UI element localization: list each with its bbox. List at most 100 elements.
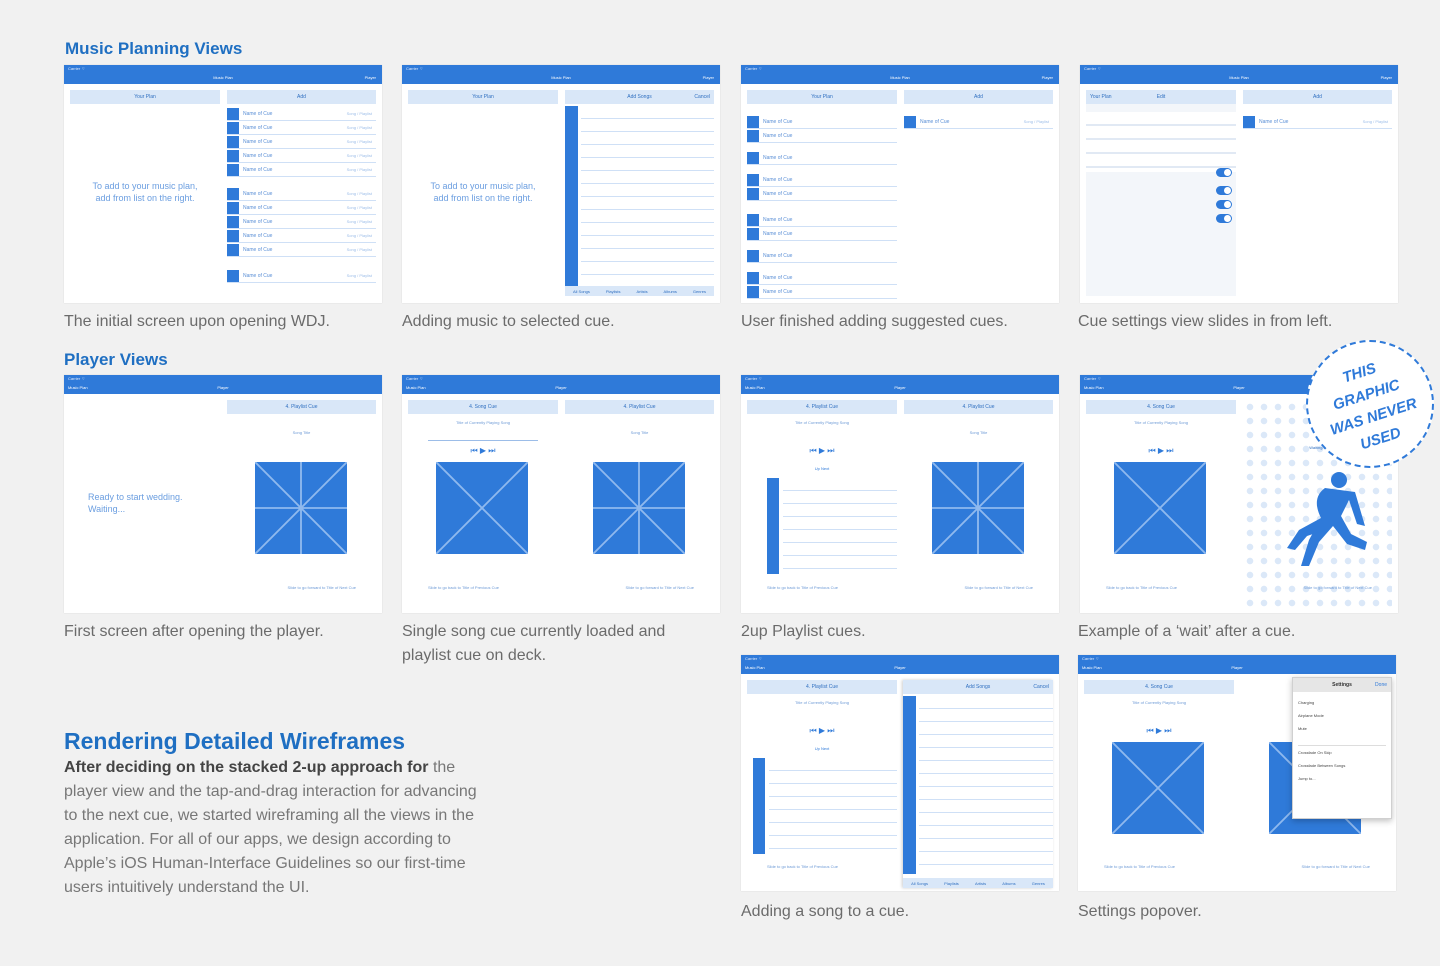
song-artwork-strip xyxy=(903,696,916,874)
now-playing-title: Title of Currently Playing Song xyxy=(795,420,849,425)
status-text: Carrier ⌔ xyxy=(745,66,763,71)
wireframe-add-song-to-cue: Carrier ⌔ Player Music Plan 4. Playlist … xyxy=(741,655,1059,891)
add-pane: Add Name of Cue Song / Playlist xyxy=(904,90,1053,300)
done-button: Done xyxy=(1375,682,1387,688)
status-text: Carrier ⌔ xyxy=(68,376,86,381)
slide-next-hint: Slide to go forward to Title of Next Cue xyxy=(287,585,356,590)
nav-left-button: Music Plan xyxy=(1082,665,1102,670)
transport-controls: ⏮ ▶ ⏭ xyxy=(470,446,496,455)
list-item: Name of Cue Song / Playlist xyxy=(227,270,376,283)
status-bar: Carrier ⌔ Player Music Plan xyxy=(741,375,1059,394)
your-plan-header: Your Plan xyxy=(747,90,897,104)
wireframe-song-cue: Carrier ⌔ Player Music Plan 4. Song Cue … xyxy=(402,375,720,613)
tab-albums: Albums xyxy=(663,288,677,294)
status-text: Carrier ⌔ xyxy=(1082,656,1100,661)
list-item: Name of Cue xyxy=(747,272,897,285)
runner-starting-block-icon xyxy=(1287,472,1367,566)
tab-artists: Artists xyxy=(974,880,987,886)
playlist-cue-header: 4. Playlist Cue xyxy=(904,400,1053,414)
add-songs-pane: Add Songs Cancel All Songs Playlists Arti… xyxy=(565,90,714,296)
status-text: Carrier ⌔ xyxy=(1084,376,1102,381)
slide-prev-hint: Slide to go back to Title of Previous Cu… xyxy=(767,585,838,590)
cue-settings-pane: Your Plan Edit xyxy=(1086,90,1236,296)
wireframe-initial-screen: Carrier ⌔ Music Plan Player Your Plan To… xyxy=(64,65,382,303)
list-item: Name of Cue Song / Playlist xyxy=(227,216,376,229)
tab-bar: All Songs Playlists Artists Albums Genre… xyxy=(565,286,714,296)
player-section-title: Player Views xyxy=(64,350,168,369)
playlist-cue-header: 4. Playlist Cue xyxy=(747,400,897,414)
caption: Single song cue currently loaded and pla… xyxy=(402,623,666,664)
list-item: Name of Cue Song / Playlist xyxy=(904,116,1053,129)
list-item: Name of Cue xyxy=(747,228,897,241)
status-bar: Carrier ⌔ Player Music Plan xyxy=(402,375,720,394)
now-playing-title: Title of Currently Playing Song xyxy=(456,420,510,425)
article-lead: After deciding on the stacked 2-up appro… xyxy=(64,759,429,776)
tab-artists: Artists xyxy=(636,288,648,294)
cancel-button: Cancel xyxy=(694,94,710,100)
add-header: Add xyxy=(227,90,376,104)
wireframe-cue-settings: Carrier ⌔ Music Plan Player Your Plan Edi… xyxy=(1080,65,1398,303)
settings-row: Crossfade On Skip xyxy=(1298,750,1332,755)
your-plan-header: Your Plan xyxy=(70,90,220,104)
now-playing-title: Title of Currently Playing Song xyxy=(1132,700,1186,705)
slide-prev-hint: Slide to go back to Title of Previous Cu… xyxy=(428,585,499,590)
nav-right-button: Player xyxy=(364,75,376,80)
tab-playlists: Playlists xyxy=(605,288,621,294)
wireframe-settings-popover: Carrier ⌔ Player Music Plan 4. Song Cue … xyxy=(1078,655,1396,891)
wireframe-2up-playlist: Carrier ⌔ Player Music Plan 4. Playlist … xyxy=(741,375,1059,613)
status-bar: Carrier ⌔ Music Plan Player xyxy=(64,65,382,84)
list-item: Name of Cue xyxy=(747,286,897,299)
wireframe-player-first: Carrier ⌔ Player Music Plan Ready to sta… xyxy=(64,375,382,613)
your-plan-pane: Your Plan To add to your music plan, add… xyxy=(70,90,220,300)
now-playing-title: Title of Currently Playing Song xyxy=(795,700,849,705)
list-item: Name of Cue xyxy=(747,250,897,263)
caption: Cue settings view slides in from left. xyxy=(1078,313,1333,330)
status-text: Carrier ⌔ xyxy=(745,376,763,381)
status-text: Carrier ⌔ xyxy=(1084,66,1102,71)
album-art-placeholder xyxy=(593,462,685,554)
playlist-cue-header: 4. Playlist Cue xyxy=(565,400,714,414)
now-playing-title: Title of Currently Playing Song xyxy=(1134,420,1188,425)
slide-next-hint: Slide to go forward to Title of Next Cue xyxy=(964,585,1033,590)
add-header: Add xyxy=(904,90,1053,104)
now-playing-pane: 4. Song Cue Title of Currently Playing S… xyxy=(408,400,558,610)
article-body: the player view and the tap-and-drag int… xyxy=(64,759,477,896)
song-title: Song Title xyxy=(292,430,311,435)
slide-prev-hint: Slide to go back to Title of Previous Cu… xyxy=(1106,585,1177,590)
up-next-artwork xyxy=(753,758,765,854)
tab-all-songs: All Songs xyxy=(572,288,590,294)
empty-plan-hint: To add to your music plan, add from list… xyxy=(92,181,198,203)
list-item: Name of Cue Song / Playlist xyxy=(227,122,376,135)
list-item: Name of Cue Song / Playlist xyxy=(227,244,376,257)
cue-settings-header: Your Plan Edit xyxy=(1086,90,1236,104)
tab-all-songs: All Songs xyxy=(911,880,928,886)
song-title: Song Title xyxy=(969,430,988,435)
on-deck-pane: 4. Playlist Cue Song Title Slide to go f… xyxy=(227,400,376,610)
nav-title: Player xyxy=(1231,665,1243,670)
status-text: Carrier ⌔ xyxy=(406,376,424,381)
status-bar: Carrier ⌔ Music Plan Player xyxy=(741,65,1059,84)
nav-right-button: Player xyxy=(702,75,714,80)
article-paragraph: After deciding on the stacked 2-up appro… xyxy=(64,756,494,900)
album-art-placeholder xyxy=(932,462,1024,554)
now-playing-pane: 4. Song Cue Title of Currently Playing S… xyxy=(1086,400,1236,610)
slide-next-hint: Slide to go forward to Title of Next Cue xyxy=(1303,585,1372,590)
nav-title: Player xyxy=(894,665,906,670)
add-header: Add xyxy=(1243,90,1392,104)
album-art-placeholder xyxy=(1114,462,1206,554)
status-bar: Carrier ⌔ Player Music Plan xyxy=(64,375,382,394)
list-item: Name of Cue xyxy=(747,116,897,129)
planning-section-title: Music Planning Views xyxy=(65,39,243,58)
toggle-switch xyxy=(1216,186,1232,195)
never-used-stamp: THIS GRAPHIC WAS NEVER USED xyxy=(1306,340,1434,468)
up-next-list xyxy=(783,478,897,574)
song-cue-header: 4. Song Cue xyxy=(408,400,558,414)
list-item: Name of Cue Song / Playlist xyxy=(227,230,376,243)
nav-title: Music Plan xyxy=(1229,75,1249,80)
add-pane: Add Name of Cue Song / Playlist Name of C… xyxy=(227,90,376,300)
nav-left-button: Music Plan xyxy=(745,665,765,670)
list-item: Name of Cue Song / Playlist xyxy=(227,136,376,149)
playlist-cue-header: 4. Playlist Cue xyxy=(227,400,376,414)
settings-row: Airplane Mode xyxy=(1298,713,1324,718)
caption: Settings popover. xyxy=(1078,903,1202,920)
